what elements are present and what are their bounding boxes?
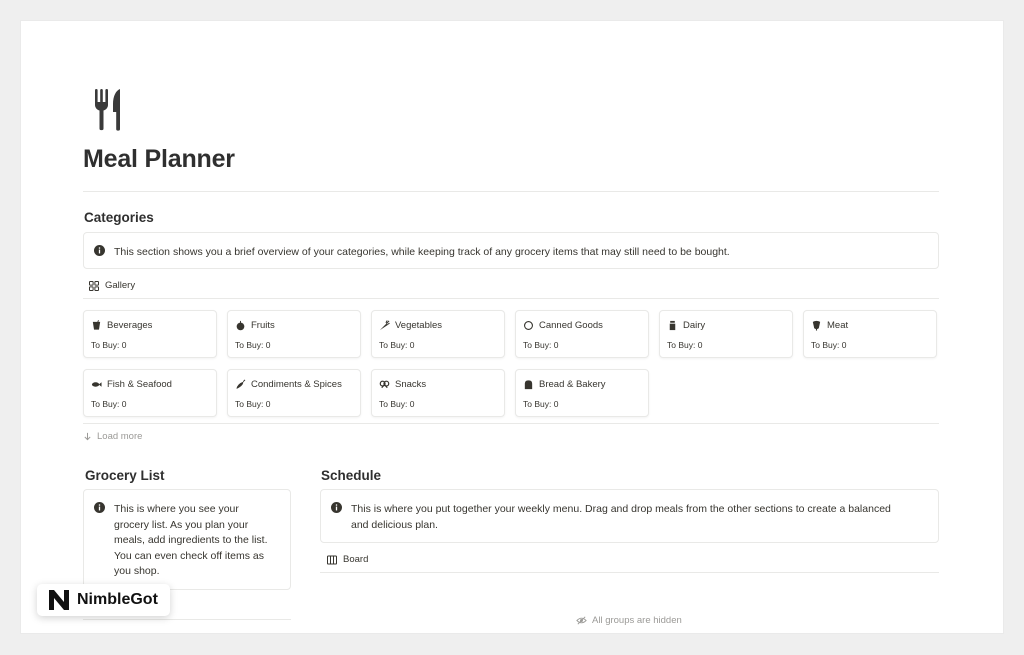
pepper-icon [236,379,246,389]
watermark-text: NimbleGot [77,591,158,608]
category-name: Vegetables [395,320,443,331]
category-name: Snacks [395,379,427,390]
grocery-list-heading[interactable]: Grocery List [85,468,165,483]
grocery-divider [83,619,291,620]
category-name: Dairy [683,320,706,331]
page-title[interactable]: Meal Planner [83,145,235,174]
to-buy-count: To Buy: 0 [235,340,271,350]
category-card-condiments-spices[interactable]: Condiments & Spices To Buy: 0 [227,369,361,417]
info-icon [94,502,105,513]
category-card-snacks[interactable]: Snacks To Buy: 0 [371,369,505,417]
to-buy-count: To Buy: 0 [91,399,127,409]
schedule-heading[interactable]: Schedule [321,468,381,483]
to-buy-count: To Buy: 0 [523,340,559,350]
board-view-label: Board [343,554,369,565]
nimblegot-watermark: NimbleGot [37,584,170,616]
to-buy-count: To Buy: 0 [91,340,127,350]
arrow-down-icon [84,432,91,441]
grocery-list-callout[interactable]: This is where you see your grocery list.… [83,489,291,590]
hidden-groups-label: All groups are hidden [592,615,682,626]
to-buy-count: To Buy: 0 [667,340,703,350]
category-name: Beverages [107,320,153,331]
gallery-view-label: Gallery [105,280,136,291]
load-more-label: Load more [97,431,143,442]
categories-callout[interactable]: This section shows you a brief overview … [83,232,939,269]
fork-knife-icon[interactable] [93,87,125,131]
category-card-meat[interactable]: Meat To Buy: 0 [803,310,937,358]
category-name: Bread & Bakery [539,379,606,390]
category-card-canned-goods[interactable]: Canned Goods To Buy: 0 [515,310,649,358]
info-icon [331,502,342,513]
category-card-bread-bakery[interactable]: Bread & Bakery To Buy: 0 [515,369,649,417]
to-buy-count: To Buy: 0 [379,340,415,350]
category-name: Fruits [251,320,275,331]
grocery-callout-text: This is where you see your grocery list.… [114,503,268,577]
milk-icon [669,320,676,331]
schedule-callout-text: This is where you put together your week… [351,503,891,531]
board-view-tab[interactable]: Board [327,554,368,565]
bread-icon [524,380,533,390]
category-card-fruits[interactable]: Fruits To Buy: 0 [227,310,361,358]
category-name: Canned Goods [539,320,603,331]
gallery-view-tab[interactable]: Gallery [89,280,135,291]
glass-icon [92,320,101,330]
carrot-icon [379,320,390,331]
info-icon [94,245,105,256]
hidden-groups-note[interactable]: All groups are hidden [576,615,682,626]
to-buy-count: To Buy: 0 [811,340,847,350]
category-card-beverages[interactable]: Beverages To Buy: 0 [83,310,217,358]
nimblegot-logo-icon [49,590,69,610]
board-columns-icon [327,555,337,564]
pretzel-icon [379,380,390,389]
to-buy-count: To Buy: 0 [523,399,559,409]
schedule-callout[interactable]: This is where you put together your week… [320,489,939,543]
circle-icon [524,321,533,330]
to-buy-count: To Buy: 0 [379,399,415,409]
apple-icon [236,320,245,331]
fish-icon [91,382,102,387]
load-more-button[interactable]: Load more [83,431,142,442]
category-card-fish-seafood[interactable]: Fish & Seafood To Buy: 0 [83,369,217,417]
categories-heading[interactable]: Categories [84,210,154,225]
notion-page: Meal Planner Categories This section sho… [21,21,1003,633]
eye-off-icon [576,616,587,625]
category-name: Fish & Seafood [107,379,172,390]
category-name: Meat [827,320,849,331]
gallery-divider [83,298,939,299]
meat-icon [812,320,821,331]
gallery-grid-icon [89,280,99,291]
board-divider [320,572,939,573]
gallery-bottom-divider [83,423,939,424]
category-card-dairy[interactable]: Dairy To Buy: 0 [659,310,793,358]
category-card-vegetables[interactable]: Vegetables To Buy: 0 [371,310,505,358]
title-divider [83,191,939,192]
to-buy-count: To Buy: 0 [235,399,271,409]
categories-callout-text: This section shows you a brief overview … [114,246,730,258]
category-name: Condiments & Spices [251,379,342,390]
